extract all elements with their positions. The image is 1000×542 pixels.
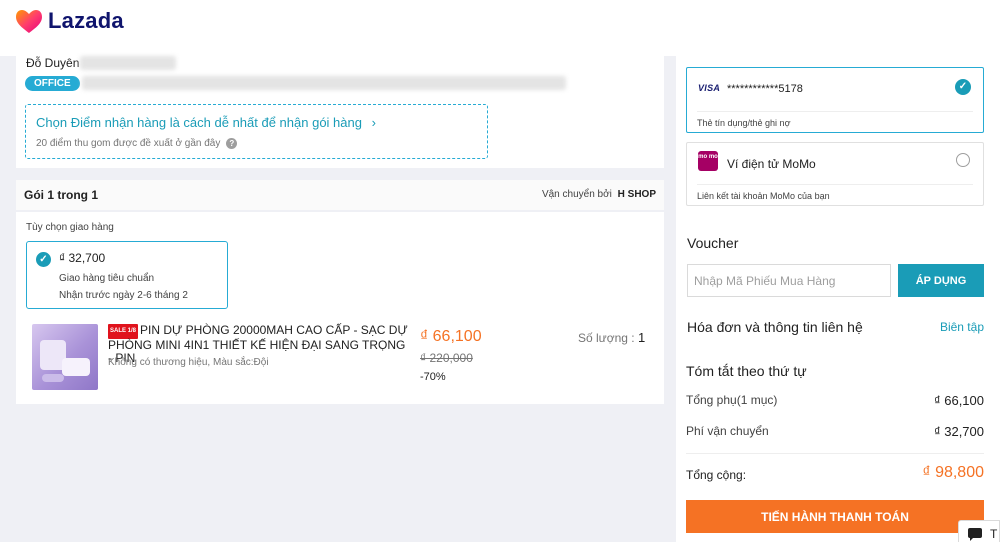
shop-name: H SHOP: [617, 189, 656, 200]
pickup-point-link-text: Chọn Điểm nhận hàng là cách dễ nhất để n…: [36, 115, 362, 130]
invoice-title: Hóa đơn và thông tin liên hệ: [687, 319, 863, 335]
logo-text: Lazada: [48, 8, 124, 33]
pickup-point-box[interactable]: Chọn Điểm nhận hàng là cách dễ nhất để n…: [25, 104, 488, 159]
address-tag-badge: OFFICE: [25, 76, 80, 91]
momo-icon: mo mo: [698, 151, 718, 171]
delivery-option-standard[interactable]: ✓ ₫ 32,700 Giao hàng tiêu chuẩn Nhận trư…: [26, 241, 228, 309]
product-discount: -70%: [420, 371, 446, 383]
quantity-label: Số lượng :: [578, 331, 635, 345]
lazada-logo[interactable]: Lazada: [14, 8, 124, 34]
delivery-option-label: Tùy chọn giao hàng: [26, 222, 114, 233]
chat-label: T: [990, 527, 998, 541]
momo-name: Ví điện tử MoMo: [727, 157, 816, 171]
card-number: ************5178: [727, 83, 803, 95]
chat-widget[interactable]: T: [958, 520, 1000, 542]
order-summary-panel: VISA ************5178 ✓ Thẻ tín dụng/thẻ…: [676, 56, 1000, 542]
shipping-by-label: Vận chuyển bởi: [541, 189, 612, 200]
check-icon: ✓: [36, 252, 51, 267]
package-header: Gói 1 trong 1 Vận chuyển bởi H SHOP: [16, 180, 664, 210]
shipping-by: Vận chuyển bởi H SHOP: [542, 189, 656, 200]
product-original-price: ₫ 220,000: [420, 351, 473, 365]
top-header: Lazada: [0, 0, 1000, 56]
thumb-shape: [62, 358, 90, 376]
help-icon[interactable]: ?: [226, 138, 238, 149]
radio-unselected[interactable]: [956, 153, 970, 167]
delivery-eta: Nhận trước ngày 2-6 tháng 2: [59, 290, 188, 301]
payment-card-subtitle: Thẻ tín dụng/thẻ ghi nợ: [697, 111, 973, 128]
chevron-right-icon: ›: [371, 115, 376, 130]
subtotal-value: ₫ 66,100: [933, 393, 984, 408]
pickup-point-hint-text: 20 điểm thu gom được đề xuất ở gần đây: [36, 138, 221, 149]
apply-voucher-button[interactable]: ÁP DỤNG: [898, 264, 984, 297]
redacted-phone: [80, 56, 176, 70]
subtotal-label: Tổng phụ(1 mục): [686, 393, 778, 407]
pickup-point-link[interactable]: Chọn Điểm nhận hàng là cách dễ nhất để n…: [36, 115, 376, 130]
delivery-method-name: Giao hàng tiêu chuẩn: [59, 273, 155, 284]
voucher-title: Voucher: [687, 235, 739, 251]
total-label: Tổng cộng:: [686, 468, 747, 482]
total-value: ₫ 98,800: [922, 464, 984, 481]
product-price: ₫ 66,100: [420, 328, 482, 345]
chat-icon: [968, 528, 982, 541]
product-variant: Không có thương hiệu, Màu sắc:Đội: [108, 357, 269, 368]
pickup-point-hint: 20 điểm thu gom được đề xuất ở gần đây?: [36, 138, 238, 149]
quantity-value: 1: [637, 330, 646, 345]
sale-tag: SALE 1/8: [108, 324, 139, 339]
delivery-price: ₫ 32,700: [59, 251, 106, 265]
thumb-shape: [42, 374, 64, 382]
summary-title: Tóm tắt theo thứ tự: [686, 363, 807, 379]
recipient-name: Đỗ Duyên: [26, 56, 80, 70]
product-quantity: Số lượng : 1: [578, 330, 645, 345]
payment-option-card[interactable]: VISA ************5178 ✓ Thẻ tín dụng/thẻ…: [686, 67, 984, 133]
summary-divider: [686, 453, 984, 454]
package-title: Gói 1 trong 1: [24, 188, 99, 202]
redacted-address: [82, 76, 566, 90]
payment-momo-row: mo mo Ví điện tử MoMo: [687, 143, 983, 185]
payment-momo-subtitle: Liên kết tài khoản MoMo của bạn: [697, 184, 973, 201]
package-body: Tùy chọn giao hàng ✓ ₫ 32,700 Giao hàng …: [16, 212, 664, 404]
payment-option-momo[interactable]: mo mo Ví điện tử MoMo Liên kết tài khoản…: [686, 142, 984, 206]
voucher-input[interactable]: [687, 264, 891, 297]
invoice-edit-link[interactable]: Biên tập: [940, 320, 984, 334]
product-image[interactable]: [32, 324, 98, 390]
address-card: Đỗ Duyên OFFICE Chọn Điểm nhận hàng là c…: [16, 56, 664, 168]
checkout-button[interactable]: TIẾN HÀNH THANH TOÁN: [686, 500, 984, 533]
payment-card-row: VISA ************5178 ✓: [687, 68, 983, 110]
shipping-fee-label: Phí vận chuyển: [686, 424, 769, 438]
selected-check-icon[interactable]: ✓: [955, 79, 971, 95]
lazada-heart-icon: [16, 10, 42, 33]
shipping-fee-value: ₫ 32,700: [933, 424, 984, 439]
visa-icon: VISA: [698, 83, 721, 93]
